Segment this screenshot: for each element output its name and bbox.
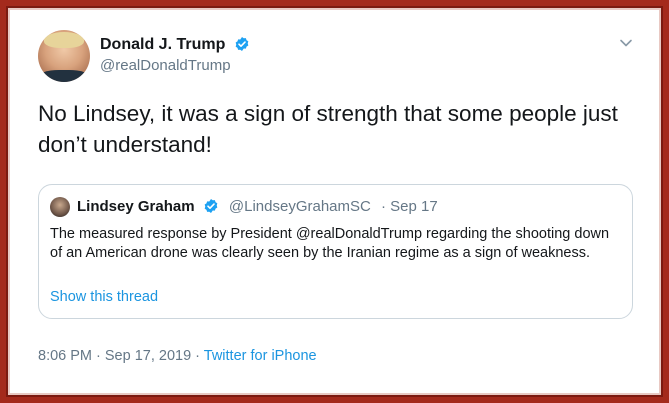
tweet-timestamp[interactable]: 8:06 PM · Sep 17, 2019 [38,348,191,364]
meta-separator: · [191,348,204,364]
show-thread-link[interactable]: Show this thread [50,289,158,305]
author-handle[interactable]: @realDonaldTrump [100,57,231,74]
quoted-author-avatar [50,197,70,217]
quoted-tweet-date: · Sep 17 [381,198,438,215]
quoted-author-name: Lindsey Graham [77,198,195,215]
tweet-metadata: 8:06 PM · Sep 17, 2019 · Twitter for iPh… [38,348,317,364]
chevron-down-icon[interactable] [619,36,633,50]
avatar-hair [44,32,84,48]
author-name[interactable]: Donald J. Trump [100,36,225,53]
tweet: Donald J. Trump @realDonaldTrump No Lind… [10,10,659,393]
tweet-text: No Lindsey, it was a sign of strength th… [38,101,618,157]
decorative-frame: Donald J. Trump @realDonaldTrump No Lind… [0,0,669,403]
quoted-tweet-header: Lindsey Graham @LindseyGrahamSC · Sep 17 [77,198,438,215]
verified-badge-icon [204,199,218,213]
verified-badge-icon [235,37,249,51]
quoted-tweet[interactable]: Lindsey Graham @LindseyGrahamSC · Sep 17… [38,184,633,319]
author-avatar[interactable] [38,30,90,82]
author-name-row[interactable]: Donald J. Trump [100,36,250,54]
tweet-source-link[interactable]: Twitter for iPhone [204,348,317,364]
avatar-suit [38,70,90,82]
quoted-tweet-text: The measured response by President @real… [50,226,610,261]
quoted-author-handle: @LindseyGrahamSC [228,198,371,215]
tweet-card: Donald J. Trump @realDonaldTrump No Lind… [6,6,663,397]
